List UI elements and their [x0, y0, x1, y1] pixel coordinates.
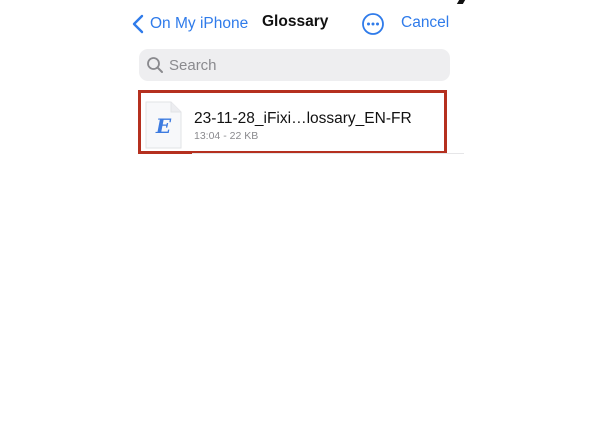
chevron-left-icon [132, 14, 144, 34]
files-picker-screen: On My iPhone Glossary Cancel E 23-11-28_… [0, 0, 592, 444]
file-meta: 13:04 - 22 KB [194, 130, 259, 142]
row-separator [192, 153, 464, 154]
svg-text:E: E [155, 114, 172, 138]
search-icon [147, 57, 163, 73]
cancel-button[interactable]: Cancel [401, 14, 449, 32]
search-input[interactable] [169, 56, 429, 74]
navigation-bar: On My iPhone Glossary Cancel [128, 8, 464, 40]
page-title: Glossary [262, 13, 329, 30]
back-button[interactable]: On My iPhone [132, 12, 248, 36]
more-button[interactable] [361, 12, 385, 36]
back-button-label: On My iPhone [150, 15, 249, 32]
corner-mark [456, 0, 466, 4]
file-name: 23-11-28_iFixi…lossary_EN-FR [194, 110, 412, 127]
file-list-item[interactable]: E 23-11-28_iFixi…lossary_EN-FR 13:04 - 2… [138, 90, 447, 154]
ellipsis-circle-icon [362, 13, 384, 35]
search-bar[interactable] [139, 49, 450, 81]
document-e-icon: E [145, 101, 182, 149]
